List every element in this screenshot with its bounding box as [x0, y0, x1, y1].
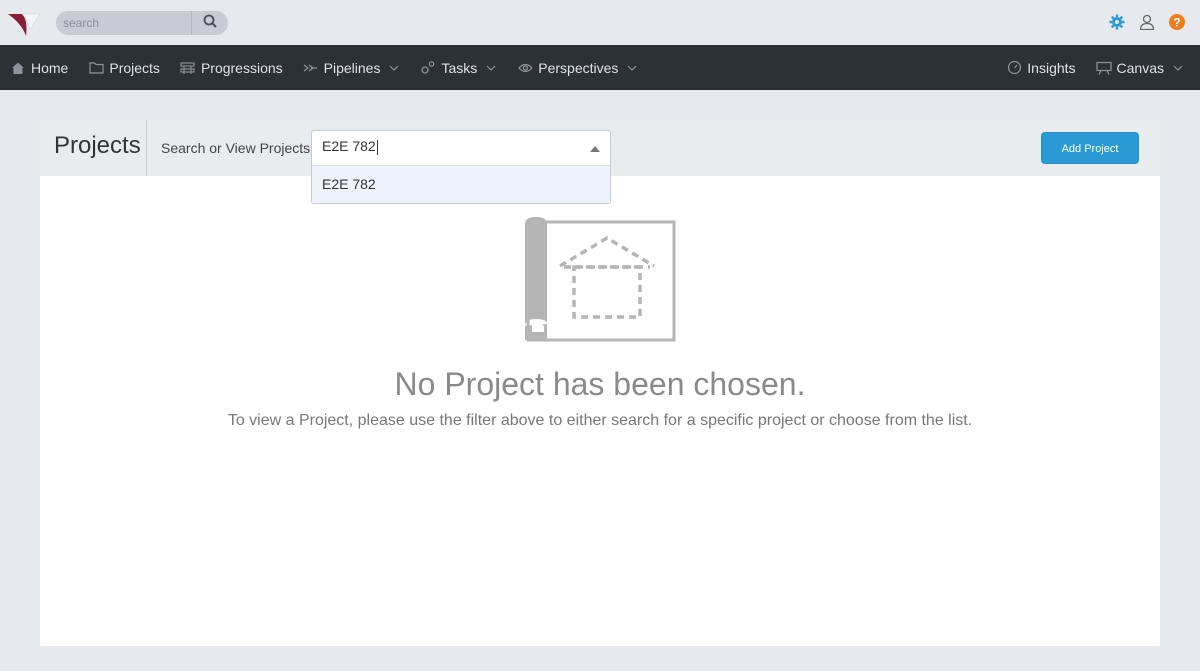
- main-nav: Home Projects Progressions Pipelines Tas…: [0, 45, 1200, 90]
- eye-icon: [517, 60, 533, 76]
- caret-up-icon[interactable]: [590, 146, 600, 152]
- logo-icon[interactable]: [8, 10, 42, 36]
- help-icon[interactable]: ?: [1168, 13, 1186, 31]
- project-select-input[interactable]: E2E 782: [322, 138, 378, 155]
- nav-left: Home Projects Progressions Pipelines Tas…: [10, 45, 658, 90]
- nav-item-home[interactable]: Home: [10, 45, 68, 90]
- text-cursor: [376, 139, 378, 155]
- gauge-icon: [1006, 60, 1022, 76]
- dropdown-option[interactable]: E2E 782: [312, 166, 610, 203]
- nav-item-tasks[interactable]: Tasks: [420, 45, 497, 90]
- project-select-value: E2E 782: [322, 138, 376, 154]
- chevron-down-icon: [485, 62, 497, 74]
- chevron-down-icon: [388, 62, 400, 74]
- search-input[interactable]: [56, 11, 192, 35]
- search-icon: [203, 14, 217, 33]
- page-title: Projects: [54, 132, 141, 159]
- nav-item-label: Tasks: [441, 59, 478, 76]
- empty-state-subtitle: To view a Project, please use the filter…: [227, 412, 973, 429]
- nav-item-label: Insights: [1027, 59, 1076, 76]
- empty-state-title: No Project has been chosen.: [394, 366, 806, 402]
- blueprint-house-icon: [524, 216, 678, 344]
- nav-item-label: Canvas: [1116, 59, 1164, 76]
- global-search: [56, 11, 228, 35]
- progressions-icon: [180, 60, 196, 76]
- nav-item-label: Pipelines: [323, 59, 381, 76]
- header-divider: [146, 120, 147, 176]
- nav-item-canvas[interactable]: Canvas: [1095, 45, 1184, 90]
- project-search-label: Search or View Projects:: [161, 140, 315, 156]
- chevron-down-icon: [1172, 62, 1184, 74]
- user-icon[interactable]: [1138, 13, 1156, 31]
- project-select[interactable]: E2E 782: [311, 130, 611, 166]
- pipelines-icon: [303, 60, 319, 76]
- svg-text:?: ?: [1173, 16, 1180, 30]
- nav-item-label: Home: [31, 59, 69, 76]
- nav-right: Insights Canvas: [986, 45, 1184, 90]
- add-project-button[interactable]: Add Project: [1041, 132, 1139, 164]
- top-icons: ?: [1108, 13, 1186, 31]
- chevron-down-icon: [626, 62, 638, 74]
- panel-header: Projects Search or View Projects: E2E 78…: [40, 120, 1160, 204]
- canvas-icon: [1095, 60, 1112, 76]
- projects-panel: Projects Search or View Projects: E2E 78…: [40, 120, 1160, 646]
- top-bar: ?: [0, 0, 1200, 45]
- nav-item-progressions[interactable]: Progressions: [180, 45, 283, 90]
- nav-item-pipelines[interactable]: Pipelines: [303, 45, 401, 90]
- nav-item-insights[interactable]: Insights: [1006, 45, 1076, 90]
- nav-item-label: Progressions: [200, 59, 283, 76]
- nav-item-projects[interactable]: Projects: [88, 45, 160, 90]
- nav-item-label: Projects: [109, 59, 160, 76]
- gear-icon[interactable]: [1108, 13, 1126, 31]
- folder-icon: [88, 60, 104, 76]
- nav-item-perspectives[interactable]: Perspectives: [517, 45, 638, 90]
- search-button[interactable]: [192, 11, 228, 35]
- nav-item-label: Perspectives: [538, 59, 619, 76]
- project-dropdown: E2E 782: [311, 165, 611, 204]
- home-icon: [10, 60, 26, 76]
- tasks-icon: [420, 60, 436, 76]
